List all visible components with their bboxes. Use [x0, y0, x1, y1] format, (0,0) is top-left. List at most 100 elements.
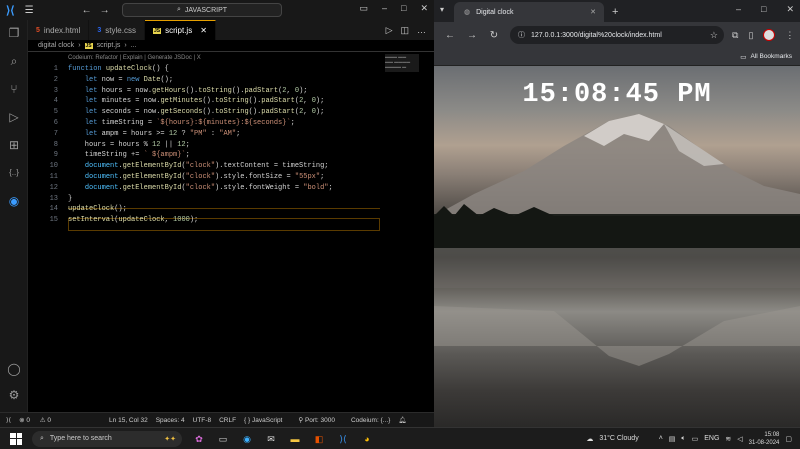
battery-icon[interactable]: ▭ — [692, 435, 699, 443]
status-bar: ⟩⟨ ⊗ 0 ⚠ 0 Ln 15, Col 32 Spaces: 4 UTF-8… — [0, 412, 434, 427]
tab-style-css[interactable]: 3 style.css — [89, 20, 145, 40]
extensions-icon[interactable]: ⧉ — [732, 30, 738, 41]
breadcrumb-file[interactable]: script.js — [97, 42, 121, 49]
code-line[interactable]: let now = new Date(); — [68, 76, 173, 84]
close-tab-icon[interactable]: ✕ — [590, 8, 596, 16]
task-view-icon[interactable]: ▭ — [216, 432, 230, 446]
json-icon[interactable]: {..} — [7, 166, 21, 180]
account-icon[interactable]: ◯ — [7, 362, 21, 376]
notification-icon[interactable]: ▢ — [785, 435, 792, 443]
windows-start-icon[interactable] — [10, 432, 22, 445]
remote-icon[interactable]: ⟩⟨ — [6, 416, 11, 424]
line-number: 6 — [53, 119, 58, 127]
forward-icon[interactable]: → — [466, 30, 478, 41]
site-info-icon[interactable]: ⓘ — [518, 30, 525, 40]
code-line[interactable]: let hours = now.getHours().toString().pa… — [68, 87, 308, 95]
tab-search-icon[interactable]: ▾ — [440, 5, 444, 14]
code-line[interactable]: let minutes = now.getMinutes().toString(… — [68, 97, 325, 105]
codeium-codelens[interactable]: Codeium: Refactor | Explain | Generate J… — [68, 55, 201, 61]
code-line[interactable]: document.getElementById("clock").textCon… — [68, 162, 329, 170]
line-number: 10 — [49, 162, 58, 171]
tab-script-js[interactable]: JS script.js ✕ — [144, 20, 216, 40]
run-debug-icon[interactable]: ▷ — [7, 110, 21, 124]
code-line[interactable]: } — [68, 195, 72, 203]
menu-icon[interactable]: ☰ — [25, 5, 34, 16]
bookmark-star-icon[interactable]: ☆ — [710, 30, 718, 41]
file-explorer-icon[interactable]: ▬ — [288, 432, 302, 446]
layout-icon[interactable]: ▭ — [359, 3, 368, 14]
chevron-right-icon: › — [124, 42, 127, 49]
notifications-bell-icon[interactable]: 🔔︎ — [398, 416, 406, 424]
volume-icon[interactable]: 🔈︎ — [681, 435, 685, 443]
code-line[interactable]: let ampm = hours >= 12 ? "PM" : "AM"; — [68, 130, 240, 138]
taskbar-clock[interactable]: 15:08 31-08-2024 — [749, 431, 780, 447]
taskbar-search[interactable]: ⌕ Type here to search ✦✦ — [32, 430, 182, 447]
breadcrumb-folder[interactable]: digital clock — [38, 42, 74, 49]
close-tab-icon[interactable]: ✕ — [200, 26, 207, 35]
all-bookmarks[interactable]: All Bookmarks — [750, 53, 792, 60]
copilot-icon[interactable]: ✿ — [192, 432, 206, 446]
js-file-icon: JS — [152, 27, 162, 34]
close-icon[interactable]: ✕ — [786, 4, 794, 15]
split-editor-icon[interactable]: ◫ — [400, 25, 409, 36]
chevron-up-icon[interactable]: ˄ — [659, 435, 663, 442]
code-line[interactable]: timeString += ` ${ampm}`; — [68, 151, 190, 159]
back-icon[interactable]: ← — [82, 5, 92, 16]
new-tab-icon[interactable]: + — [612, 6, 618, 18]
problems-indicator[interactable]: ⊗ 0 ⚠ 0 — [19, 416, 59, 424]
weather-text[interactable]: 31°C Cloudy — [599, 435, 638, 442]
search-icon[interactable]: ⌕ — [7, 54, 21, 68]
command-center-search[interactable]: ⌕ JAVASCRIPT — [122, 3, 282, 17]
indentation[interactable]: Spaces: 4 — [156, 417, 185, 424]
chrome-taskbar-icon[interactable]: ◕ — [360, 432, 374, 446]
code-line[interactable]: let seconds = now.getSeconds().toString(… — [68, 108, 325, 116]
edge-icon[interactable]: ◉ — [240, 432, 254, 446]
wifi-icon[interactable]: ≋ — [725, 435, 731, 443]
code-line[interactable]: updateClock(); — [68, 205, 127, 213]
codeium-status[interactable]: Codeium: {...} — [351, 417, 390, 424]
settings-gear-icon[interactable]: ⚙ — [7, 388, 21, 402]
maximize-icon[interactable]: □ — [761, 4, 766, 15]
error-count: 0 — [26, 417, 30, 424]
minimize-icon[interactable]: – — [736, 4, 741, 15]
line-ending[interactable]: CRLF — [219, 417, 236, 424]
code-line[interactable]: let timeString = `${hours}:${minutes}:${… — [68, 119, 295, 127]
edge-icon[interactable]: ◉ — [7, 194, 21, 208]
code-line[interactable]: document.getElementById("clock").style.f… — [68, 184, 333, 192]
code-line[interactable]: hours = hours % 12 || 12; — [68, 141, 190, 149]
live-server-port[interactable]: ⚲ Port: 3000 — [298, 416, 343, 424]
network-icon[interactable]: ▤ — [669, 435, 676, 443]
code-line[interactable]: document.getElementById("clock").style.f… — [68, 173, 324, 181]
run-icon[interactable]: ▷ — [386, 25, 393, 36]
back-icon[interactable]: ← — [444, 30, 456, 41]
extensions-icon[interactable]: ⊞ — [7, 138, 21, 152]
browser-tab-digital-clock[interactable]: ◍ Digital clock ✕ — [454, 2, 604, 22]
tab-index-html[interactable]: 5 index.html — [28, 20, 90, 40]
side-panel-icon[interactable]: ▯ — [748, 30, 753, 41]
cursor-position[interactable]: Ln 15, Col 32 — [109, 417, 148, 424]
mail-icon[interactable]: ✉ — [264, 432, 278, 446]
profile-avatar[interactable] — [763, 29, 776, 41]
vscode-taskbar-icon[interactable]: ⟩⟨ — [336, 432, 350, 446]
maximize-icon[interactable]: □ — [401, 3, 406, 14]
code-line[interactable]: function updateClock() { — [68, 65, 169, 73]
line-number: 2 — [53, 75, 58, 84]
minimize-icon[interactable]: – — [382, 3, 387, 14]
close-icon[interactable]: ✕ — [420, 3, 428, 14]
menu-kebab-icon[interactable]: ⋮ — [785, 30, 794, 41]
encoding[interactable]: UTF-8 — [193, 417, 211, 424]
code-editor[interactable]: Codeium: Refactor | Explain | Generate J… — [28, 52, 434, 412]
reload-icon[interactable]: ↻ — [488, 30, 500, 41]
minimap[interactable]: ▬▬▬ ▬▬ ▬▬ ▬▬▬▬ ▬▬▬▬ ▬ — [385, 54, 419, 72]
input-language[interactable]: ENG — [704, 435, 719, 442]
breadcrumb-more[interactable]: ... — [131, 42, 137, 49]
forward-icon[interactable]: → — [100, 5, 110, 16]
source-control-icon[interactable]: ⑂ — [7, 82, 21, 96]
more-actions-icon[interactable]: … — [417, 25, 426, 35]
explorer-icon[interactable]: ❐ — [7, 26, 21, 40]
address-bar[interactable]: ⓘ 127.0.0.1:3000/digital%20clock/index.h… — [510, 26, 724, 44]
office-icon[interactable]: ◧ — [312, 432, 326, 446]
code-line[interactable]: setInterval(updateClock, 1000); — [68, 216, 198, 224]
language-mode[interactable]: { } JavaScript — [244, 417, 290, 424]
speaker-icon[interactable]: ◁ — [737, 435, 742, 443]
